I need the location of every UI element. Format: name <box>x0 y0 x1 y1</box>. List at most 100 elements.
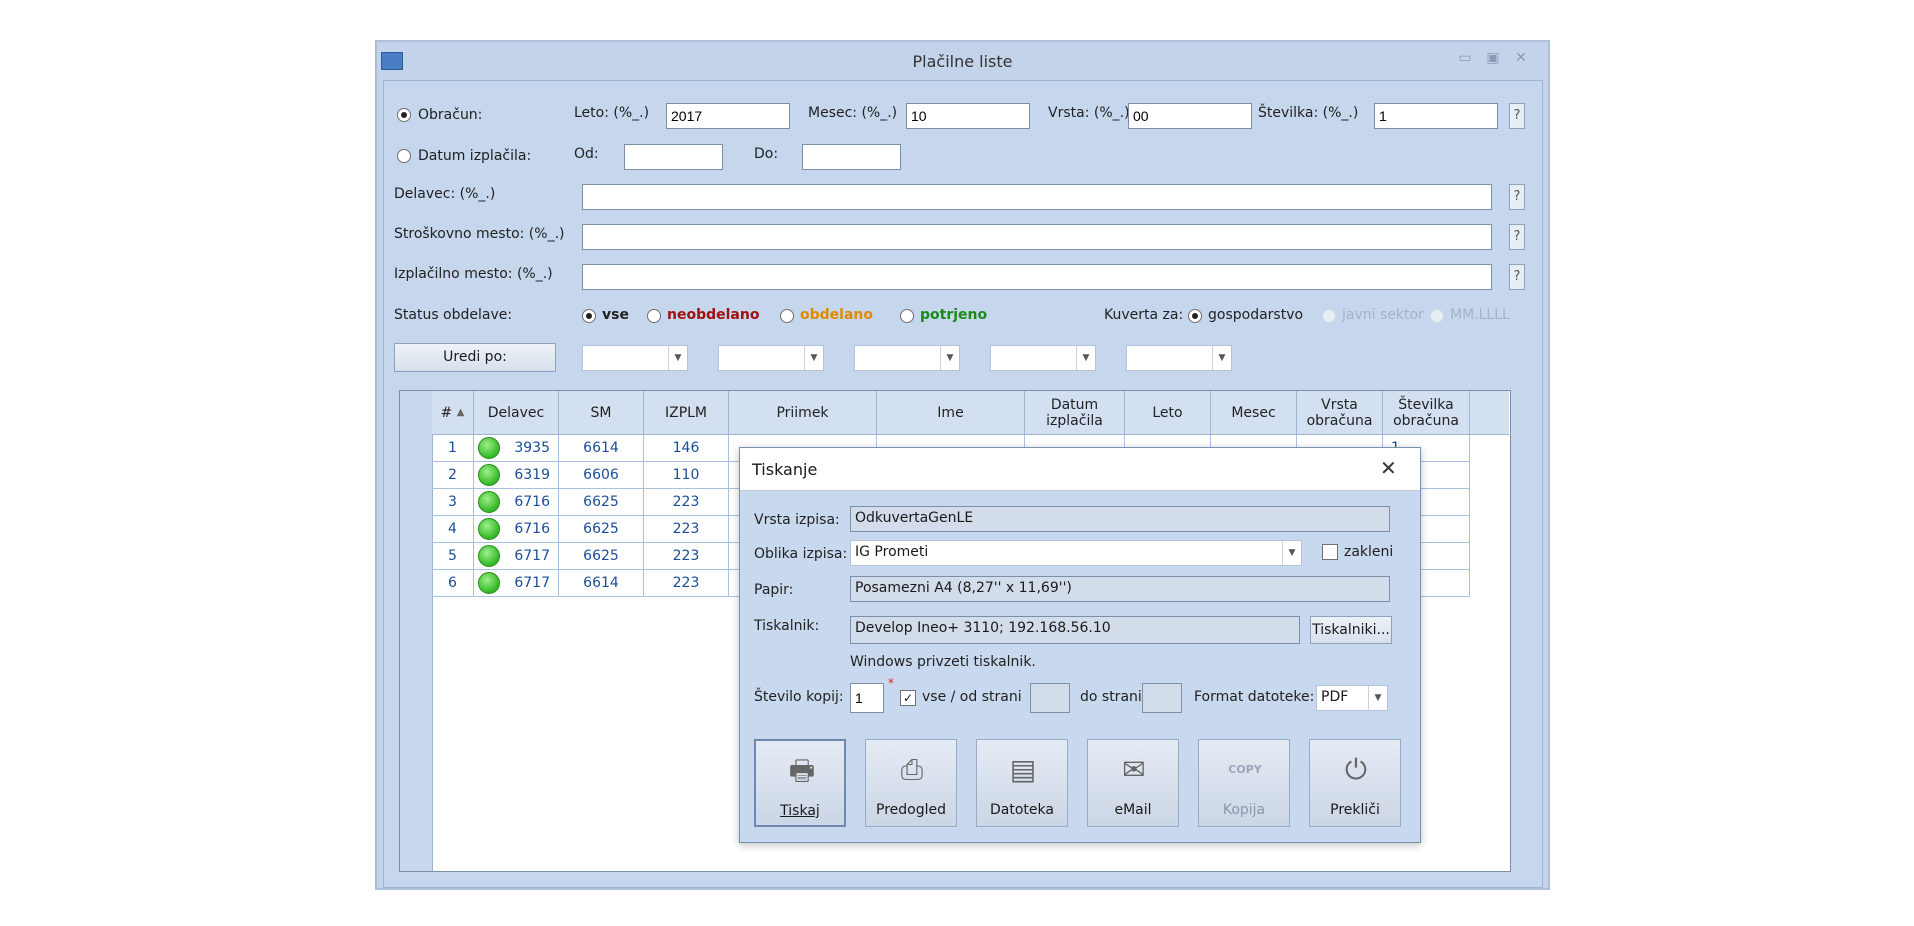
kopija-button: COPY Kopija <box>1198 739 1290 827</box>
sort-dropdown-1[interactable]: ▼ <box>582 345 688 371</box>
col-header-sm[interactable]: SM <box>559 391 644 435</box>
od-label: Od: <box>574 146 599 162</box>
chevron-down-icon: ▼ <box>1212 346 1231 370</box>
status-obdelano-radio[interactable] <box>780 309 794 323</box>
stevilka-help-button[interactable]: ? <box>1509 103 1525 129</box>
status-green-icon <box>478 572 500 594</box>
leto-input[interactable] <box>666 103 790 129</box>
stevilka-label: Številka: (%_.) <box>1258 105 1359 121</box>
chevron-down-icon: ▼ <box>1076 346 1095 370</box>
windows-printer-note: Windows privzeti tiskalnik. <box>850 654 1036 670</box>
col-header-mesec[interactable]: Mesec <box>1211 391 1297 435</box>
datoteka-button[interactable]: ▤ Datoteka <box>976 739 1068 827</box>
table-cell: 6625 <box>559 516 644 543</box>
table-cell: 1 <box>432 435 474 462</box>
status-potrjeno-radio[interactable] <box>900 309 914 323</box>
status-potrjeno-label: potrjeno <box>920 307 988 323</box>
col-header-priimek[interactable]: Priimek <box>729 391 877 435</box>
email-button[interactable]: ✉ eMail <box>1087 739 1179 827</box>
minimize-icon[interactable]: ▭ <box>1457 50 1473 66</box>
sort-dropdown-5[interactable]: ▼ <box>1126 345 1232 371</box>
format-select[interactable]: PDF ▼ <box>1316 685 1388 711</box>
do-strani-input[interactable] <box>1142 683 1182 713</box>
tiskalniki-button[interactable]: Tiskalniki... <box>1310 616 1392 644</box>
vse-od-strani-checkbox[interactable]: ✓ <box>900 690 916 706</box>
mesec-label: Mesec: (%_.) <box>808 105 898 121</box>
status-vse-radio[interactable] <box>582 309 596 323</box>
col-header-vrsta[interactable]: Vrsta obračuna <box>1297 391 1383 435</box>
stroskovno-help-button[interactable]: ? <box>1509 224 1525 250</box>
obracun-label: Obračun: <box>418 107 483 123</box>
od-input[interactable] <box>624 144 723 170</box>
table-cell: 223 <box>644 543 729 570</box>
col-header-leto[interactable]: Leto <box>1125 391 1211 435</box>
kuverta-javni-label: javni sektor <box>1342 307 1424 323</box>
uredi-po-button[interactable]: Uredi po: <box>394 343 556 372</box>
tiskalnik-label: Tiskalnik: <box>754 618 820 634</box>
delavec-label: Delavec: (%_.) <box>394 186 496 202</box>
mesec-input[interactable] <box>906 103 1030 129</box>
izplacilno-input[interactable] <box>582 264 1492 290</box>
col-header-datum[interactable]: Datum izplačila <box>1025 391 1125 435</box>
sort-dropdown-2[interactable]: ▼ <box>718 345 824 371</box>
close-icon[interactable]: ✕ <box>1380 456 1397 480</box>
tiskaj-button[interactable]: 🖶 Tiskaj <box>754 739 846 827</box>
do-input[interactable] <box>802 144 901 170</box>
dialog-header: Tiskanje ✕ <box>740 448 1420 491</box>
table-cell: 6614 <box>559 570 644 597</box>
kuverta-gospodarstvo-radio[interactable] <box>1188 309 1202 323</box>
chevron-down-icon: ▼ <box>1282 541 1301 565</box>
sort-dropdown-4[interactable]: ▼ <box>990 345 1096 371</box>
do-label: Do: <box>754 146 779 162</box>
chevron-down-icon: ▼ <box>1368 686 1387 710</box>
oblika-izpisa-select[interactable]: IG Prometi ▼ <box>850 540 1302 566</box>
status-neobdelano-radio[interactable] <box>647 309 661 323</box>
table-cell: 223 <box>644 516 729 543</box>
preklici-button[interactable]: ⏻ Prekliči <box>1309 739 1401 827</box>
status-neobdelano-label: neobdelano <box>667 307 760 323</box>
table-cell: 6319 <box>474 462 559 489</box>
kuverta-mm-radio <box>1430 309 1444 323</box>
leto-label: Leto: (%_.) <box>574 105 650 121</box>
maximize-icon[interactable]: ▣ <box>1485 50 1501 66</box>
table-cell: 4 <box>432 516 474 543</box>
table-cell: 6716 <box>474 489 559 516</box>
sort-dropdown-3[interactable]: ▼ <box>854 345 960 371</box>
table-cell: 3935 <box>474 435 559 462</box>
table-cell: 6716 <box>474 516 559 543</box>
chevron-down-icon: ▼ <box>668 346 687 370</box>
stevilo-kopij-label: Število kopij: <box>754 689 844 705</box>
tiskalnik-field[interactable]: Develop Ineo+ 3110; 192.168.56.10 <box>850 616 1300 644</box>
chevron-down-icon: ▼ <box>940 346 959 370</box>
table-cell: 5 <box>432 543 474 570</box>
stevilo-kopij-input[interactable] <box>850 683 884 713</box>
obracun-radio[interactable] <box>397 108 411 122</box>
delavec-input[interactable] <box>582 184 1492 210</box>
copy-icon: COPY <box>1228 763 1262 776</box>
vrsta-input[interactable] <box>1128 103 1252 129</box>
papir-field[interactable]: Posamezni A4 (8,27'' x 11,69'') <box>850 576 1390 602</box>
zakleni-checkbox[interactable] <box>1322 544 1338 560</box>
do-strani-label: do strani <box>1080 689 1142 705</box>
stroskovno-input[interactable] <box>582 224 1492 250</box>
col-header-stevilka[interactable]: Številka obračuna <box>1383 391 1470 435</box>
vrsta-izpisa-field[interactable]: OdkuvertaGenLE <box>850 506 1390 532</box>
status-vse-label: vse <box>602 307 629 323</box>
close-icon[interactable]: ✕ <box>1513 50 1529 66</box>
col-header-ime[interactable]: Ime <box>877 391 1025 435</box>
stevilka-input[interactable] <box>1374 103 1498 129</box>
status-green-icon <box>478 437 500 459</box>
table-cell: 6625 <box>559 543 644 570</box>
delavec-help-button[interactable]: ? <box>1509 184 1525 210</box>
status-green-icon <box>478 518 500 540</box>
col-header-izplm[interactable]: IZPLM <box>644 391 729 435</box>
izplacilno-help-button[interactable]: ? <box>1509 264 1525 290</box>
predogled-button[interactable]: ⎙ Predogled <box>865 739 957 827</box>
row-selector-column <box>400 391 433 871</box>
col-header-delavec[interactable]: Delavec <box>474 391 559 435</box>
col-header-num[interactable]: # ▲ <box>432 391 474 435</box>
datum-radio[interactable] <box>397 149 411 163</box>
format-label: Format datoteke: <box>1194 689 1315 705</box>
table-cell: 6 <box>432 570 474 597</box>
od-strani-input[interactable] <box>1030 683 1070 713</box>
